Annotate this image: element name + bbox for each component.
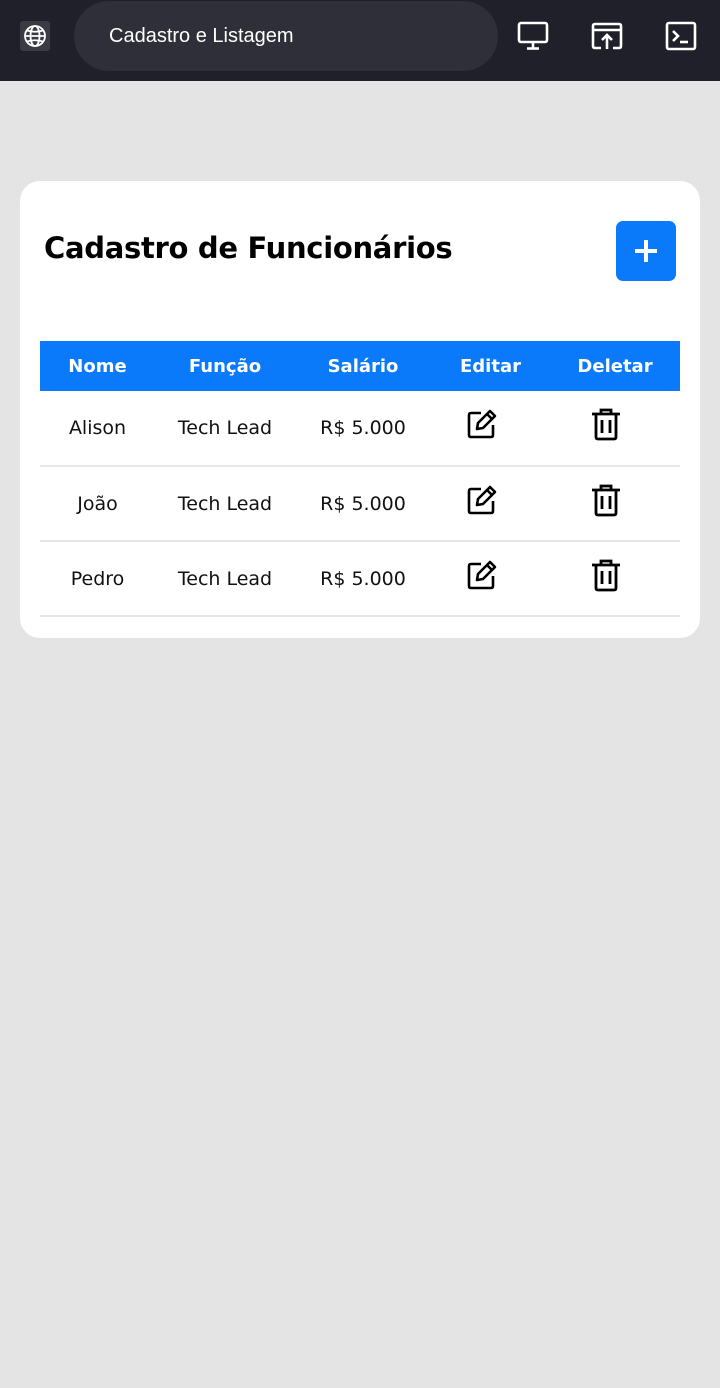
edit-icon[interactable]: [466, 408, 498, 440]
table-row: Alison Tech Lead R$ 5.000: [40, 391, 680, 466]
trash-icon[interactable]: [590, 558, 622, 592]
terminal-icon[interactable]: [665, 20, 697, 52]
header-nome: Nome: [68, 355, 127, 377]
edit-cell: [431, 466, 550, 541]
add-employee-button[interactable]: [616, 221, 676, 281]
header-deletar: Deletar: [577, 355, 653, 377]
table-row: João Tech Lead R$ 5.000: [40, 466, 680, 541]
edit-cell: [431, 541, 550, 616]
url-bar-title: Cadastro e Listagem: [109, 24, 294, 47]
cell-nome: Pedro: [70, 567, 125, 590]
table-header-row: Nome Função Salário Editar Deletar: [40, 341, 680, 391]
table-row: Pedro Tech Lead R$ 5.000: [40, 541, 680, 616]
cell-nome: João: [77, 492, 118, 515]
employee-table: Nome Função Salário Editar Deletar Aliso…: [40, 341, 680, 617]
url-bar[interactable]: Cadastro e Listagem: [74, 1, 498, 71]
plus-icon: [635, 240, 657, 262]
globe-icon[interactable]: [20, 21, 50, 51]
header-salario: Salário: [327, 355, 399, 377]
edit-cell: [431, 391, 550, 466]
cell-salario: R$ 5.000: [320, 567, 406, 590]
cell-funcao: Tech Lead: [177, 417, 273, 439]
employee-card: Cadastro de Funcionários Nome Função Sal…: [20, 181, 700, 638]
cell-salario: R$ 5.000: [320, 417, 406, 439]
header-funcao: Função: [188, 355, 262, 377]
delete-cell: [550, 466, 680, 541]
edit-icon[interactable]: [466, 484, 498, 516]
header-editar: Editar: [460, 355, 521, 377]
page-title: Cadastro de Funcionários: [44, 231, 453, 265]
trash-icon[interactable]: [590, 483, 622, 517]
desktop-icon[interactable]: [517, 20, 549, 52]
trash-icon[interactable]: [590, 407, 622, 441]
open-in-browser-icon[interactable]: [591, 20, 623, 52]
edit-icon[interactable]: [466, 559, 498, 591]
cell-funcao: Tech Lead: [177, 567, 273, 590]
cell-salario: R$ 5.000: [320, 492, 406, 515]
delete-cell: [550, 541, 680, 616]
cell-nome: Alison: [68, 417, 127, 439]
delete-cell: [550, 391, 680, 466]
cell-funcao: Tech Lead: [177, 492, 273, 515]
browser-toolbar: Cadastro e Listagem: [0, 0, 720, 81]
